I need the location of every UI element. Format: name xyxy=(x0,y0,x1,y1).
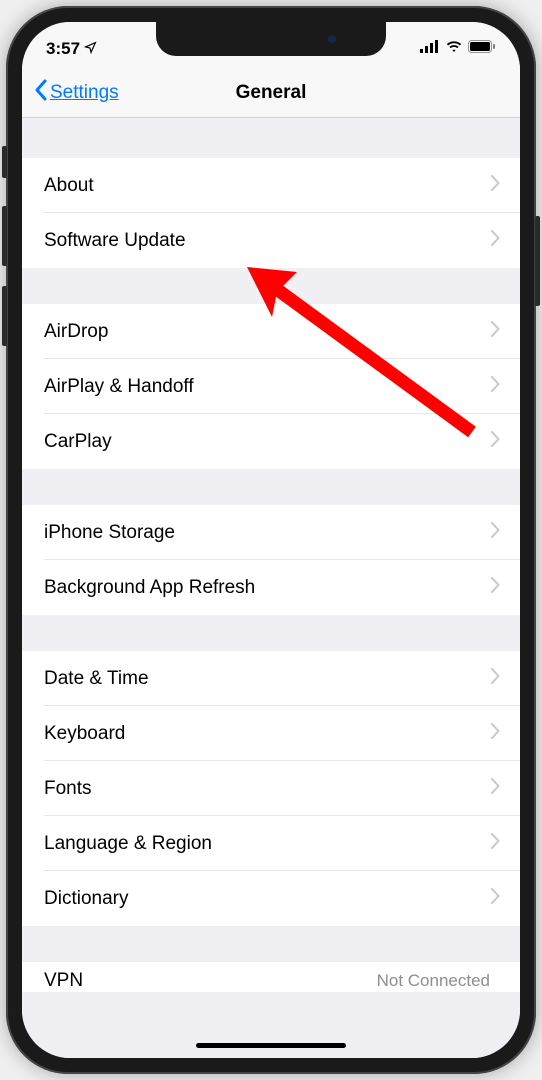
chevron-right-icon xyxy=(491,888,500,909)
side-button-silent xyxy=(2,146,7,178)
row-airdrop[interactable]: AirDrop xyxy=(22,304,520,359)
side-button-volume-up xyxy=(2,206,7,266)
chevron-right-icon xyxy=(491,833,500,854)
location-arrow-icon xyxy=(84,39,97,59)
notch xyxy=(156,22,386,56)
status-right xyxy=(420,40,496,58)
row-label: iPhone Storage xyxy=(44,522,175,544)
chevron-right-icon xyxy=(491,431,500,452)
row-label: VPN xyxy=(44,970,83,992)
row-label: CarPlay xyxy=(44,431,112,453)
status-time: 3:57 xyxy=(46,39,80,59)
row-label: Dictionary xyxy=(44,888,128,910)
chevron-right-icon xyxy=(491,376,500,397)
screen: 3:57 xyxy=(22,22,520,1058)
row-software-update[interactable]: Software Update xyxy=(22,213,520,268)
chevron-left-icon xyxy=(34,79,48,107)
settings-group: Date & Time Keyboard Fonts xyxy=(22,651,520,926)
settings-group: About Software Update xyxy=(22,158,520,268)
settings-group: AirDrop AirPlay & Handoff CarPlay xyxy=(22,304,520,469)
side-button-power xyxy=(535,216,540,306)
chevron-right-icon xyxy=(491,723,500,744)
camera-dot xyxy=(328,35,336,43)
row-label: AirDrop xyxy=(44,321,108,343)
row-date-time[interactable]: Date & Time xyxy=(22,651,520,706)
status-left: 3:57 xyxy=(46,39,97,59)
row-label: AirPlay & Handoff xyxy=(44,376,194,398)
row-dictionary[interactable]: Dictionary xyxy=(22,871,520,926)
home-indicator[interactable] xyxy=(196,1043,346,1048)
row-keyboard[interactable]: Keyboard xyxy=(22,706,520,761)
row-language-region[interactable]: Language & Region xyxy=(22,816,520,871)
row-carplay[interactable]: CarPlay xyxy=(22,414,520,469)
row-detail: Not Connected xyxy=(377,971,490,991)
nav-bar: Settings General xyxy=(22,68,520,118)
settings-group: iPhone Storage Background App Refresh xyxy=(22,505,520,615)
chevron-right-icon xyxy=(491,577,500,598)
nav-back-label: Settings xyxy=(50,82,119,104)
chevron-right-icon xyxy=(491,175,500,196)
nav-back-button[interactable]: Settings xyxy=(34,79,119,107)
side-button-volume-down xyxy=(2,286,7,346)
row-label: Language & Region xyxy=(44,833,212,855)
row-about[interactable]: About xyxy=(22,158,520,213)
row-label: Date & Time xyxy=(44,668,149,690)
row-vpn-partial[interactable]: VPN Not Connected xyxy=(22,962,520,992)
battery-icon xyxy=(468,40,496,58)
chevron-right-icon xyxy=(491,230,500,251)
row-label: Software Update xyxy=(44,230,186,252)
row-label: Background App Refresh xyxy=(44,577,255,599)
chevron-right-icon xyxy=(491,668,500,689)
row-fonts[interactable]: Fonts xyxy=(22,761,520,816)
row-right: Not Connected xyxy=(377,971,498,991)
nav-title: General xyxy=(236,82,307,104)
row-airplay-handoff[interactable]: AirPlay & Handoff xyxy=(22,359,520,414)
row-background-app-refresh[interactable]: Background App Refresh xyxy=(22,560,520,615)
row-label: Fonts xyxy=(44,778,92,800)
wifi-icon xyxy=(445,40,463,58)
chevron-right-icon xyxy=(491,321,500,342)
cellular-signal-icon xyxy=(420,40,440,58)
phone-frame: 3:57 xyxy=(6,6,536,1074)
row-label: Keyboard xyxy=(44,723,125,745)
row-label: About xyxy=(44,175,94,197)
chevron-right-icon xyxy=(491,778,500,799)
row-iphone-storage[interactable]: iPhone Storage xyxy=(22,505,520,560)
content-scroll[interactable]: About Software Update AirDrop xyxy=(22,118,520,1058)
chevron-right-icon xyxy=(491,522,500,543)
